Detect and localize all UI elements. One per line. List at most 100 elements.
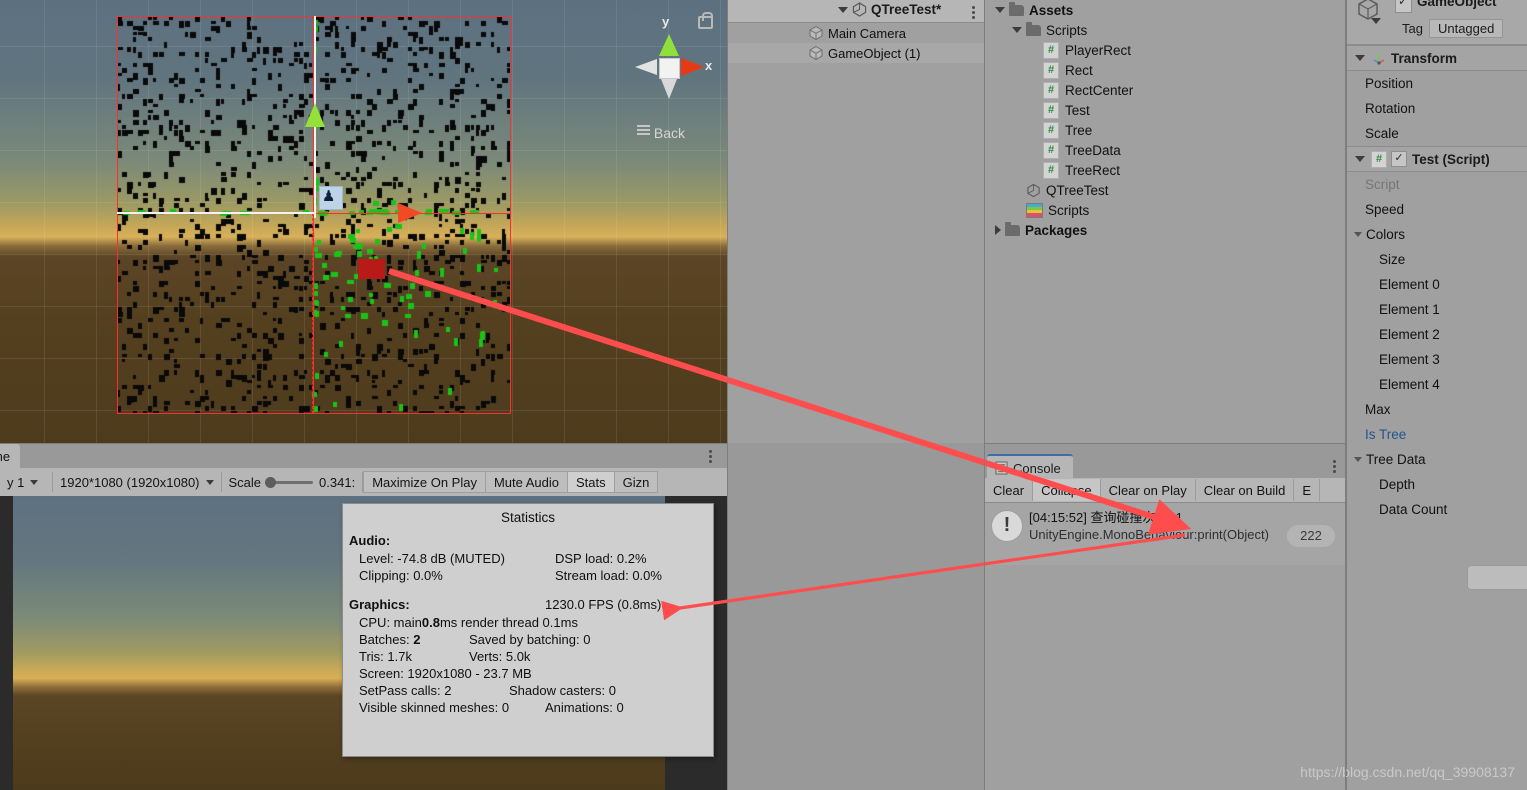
- console-clear-on-play-button[interactable]: Clear on Play: [1101, 479, 1196, 501]
- display-dropdown[interactable]: y 1: [0, 472, 53, 492]
- scale-slider[interactable]: Scale 0.341:: [222, 472, 364, 492]
- project-item-label: TreeData: [1065, 142, 1121, 158]
- chevron-down-icon[interactable]: [995, 7, 1005, 13]
- add-component-button[interactable]: [1467, 565, 1527, 590]
- statistics-audio-header: Audio:: [349, 533, 391, 548]
- project-item-label: Packages: [1025, 222, 1088, 238]
- inspector-field-rotation[interactable]: Rotation: [1347, 96, 1527, 121]
- chevron-down-icon[interactable]: [838, 6, 848, 13]
- project-item-scripts[interactable]: Scripts: [985, 20, 1345, 40]
- resolution-dropdown[interactable]: 1920*1080 (1920x1080): [53, 472, 222, 492]
- statistics-overlay: Statistics Audio: Level: -74.8 dB (MUTED…: [342, 503, 714, 757]
- project-item-packages[interactable]: Packages: [985, 220, 1345, 240]
- chevron-down-icon[interactable]: [1012, 27, 1022, 33]
- divider-horizontal-console[interactable]: [985, 443, 1345, 444]
- inspector-field-element-1[interactable]: Element 1: [1347, 297, 1527, 322]
- project-item-label: TreeRect: [1065, 162, 1121, 178]
- console-error-pause-button[interactable]: E: [1294, 479, 1321, 501]
- console-message-list[interactable]: ! [04:15:52] 查询碰撞次数21 UnityEngine.MonoBe…: [985, 503, 1345, 565]
- inspector-field-depth[interactable]: Depth: [1347, 472, 1527, 497]
- inspector-field-element-0[interactable]: Element 0: [1347, 272, 1527, 297]
- project-item-tree[interactable]: # Tree: [985, 120, 1345, 140]
- inspector-field-element-2[interactable]: Element 2: [1347, 322, 1527, 347]
- project-item-rectcenter[interactable]: # RectCenter: [985, 80, 1345, 100]
- stats-button[interactable]: Stats: [567, 471, 615, 493]
- project-item-treerect[interactable]: # TreeRect: [985, 160, 1345, 180]
- inspector-field-element-4[interactable]: Element 4: [1347, 372, 1527, 397]
- project-item-assets[interactable]: Assets: [985, 0, 1345, 20]
- chevron-down-icon[interactable]: [1354, 457, 1362, 462]
- console-collapse-button[interactable]: Collapse: [1033, 479, 1101, 501]
- inspector-field-element-3[interactable]: Element 3: [1347, 347, 1527, 372]
- mute-audio-button[interactable]: Mute Audio: [484, 471, 568, 493]
- component-header-test-script-[interactable]: # ✓ Test (Script): [1347, 146, 1527, 172]
- scene-view-gizmo[interactable]: y x Back: [615, 6, 725, 146]
- component-header-transform[interactable]: Transform: [1347, 45, 1527, 71]
- scale-slider-knob[interactable]: [265, 476, 277, 488]
- chevron-down-icon[interactable]: [1355, 156, 1365, 162]
- project-item-playerrect[interactable]: # PlayerRect: [985, 40, 1345, 60]
- gizmo-center-cube[interactable]: [659, 58, 680, 79]
- inspector-field-scale[interactable]: Scale: [1347, 121, 1527, 146]
- project-item-label: RectCenter: [1065, 82, 1134, 98]
- hierarchy-scene-row[interactable]: QTreeTest*: [838, 2, 941, 17]
- enabled-checkbox[interactable]: ✓: [1395, 0, 1412, 13]
- gizmo-negative-y-axis-arrow[interactable]: [661, 79, 677, 99]
- inspector-field-is-tree[interactable]: Is Tree: [1347, 422, 1527, 447]
- statistics-graphics-line: Graphics: 1230.0 FPS (0.8ms): [343, 597, 713, 614]
- folder-icon: [1026, 21, 1041, 36]
- chevron-down-icon[interactable]: [1354, 232, 1362, 237]
- tab-game[interactable]: me: [0, 444, 21, 468]
- inspector-field-script[interactable]: Script: [1347, 172, 1527, 197]
- statistics-title: Statistics: [500, 510, 555, 525]
- hierarchy-item-gameobject-1[interactable]: GameObject (1): [728, 43, 984, 63]
- statistics-graphics-header: Graphics:: [349, 597, 410, 612]
- project-item-qtreetest[interactable]: QTreeTest: [985, 180, 1345, 200]
- chevron-right-icon[interactable]: [995, 225, 1001, 235]
- divider-horizontal-game[interactable]: [0, 443, 727, 444]
- inspector-field-label: Position: [1365, 76, 1414, 91]
- cpu-main-value: 0.8: [421, 615, 440, 630]
- console-tab-label: Console: [1013, 460, 1061, 476]
- hierarchy-panel: QTreeTest* Main Camera GameObject (1): [728, 0, 984, 443]
- inspector-field-speed[interactable]: Speed: [1347, 197, 1527, 222]
- shadow-casters: Shadow casters: 0: [509, 683, 616, 698]
- inspector-field-size[interactable]: Size: [1347, 247, 1527, 272]
- quadtree-subregion: [313, 213, 511, 414]
- inspector-field-tree-data[interactable]: Tree Data: [1347, 447, 1527, 472]
- divider-vertical-2[interactable]: [984, 0, 985, 790]
- divider-vertical-3[interactable]: [1345, 0, 1346, 790]
- chevron-down-icon[interactable]: [1355, 55, 1365, 61]
- gizmo-y-axis-arrow[interactable]: [659, 34, 679, 56]
- console-clear-button[interactable]: Clear: [985, 479, 1034, 501]
- lock-icon[interactable]: [698, 12, 713, 29]
- project-item-test[interactable]: # Test: [985, 100, 1345, 120]
- inspector-field-colors[interactable]: Colors: [1347, 222, 1527, 247]
- inspector-field-position[interactable]: Position: [1347, 71, 1527, 96]
- scene-view[interactable]: ♟ y x Back: [0, 0, 727, 443]
- gizmo-negative-x-axis-arrow[interactable]: [635, 59, 657, 75]
- gizmo-x-axis-arrow[interactable]: [681, 58, 704, 76]
- csharp-icon: #: [1043, 141, 1059, 159]
- audio-level: Level: -74.8 dB (MUTED): [359, 551, 505, 566]
- hierarchy-item-main-camera[interactable]: Main Camera: [728, 23, 984, 43]
- tab-console[interactable]: Console: [987, 454, 1073, 480]
- gizmo-view-label[interactable]: Back: [637, 123, 685, 141]
- inspector-field-label: Element 2: [1379, 327, 1440, 342]
- scale-slider-track[interactable]: [265, 476, 314, 488]
- inspector-field-label: Tree Data: [1366, 452, 1426, 467]
- console-message-line2: UnityEngine.MonoBehaviour:print(Object): [1029, 527, 1269, 542]
- project-item-treedata[interactable]: # TreeData: [985, 140, 1345, 160]
- project-item-scripts[interactable]: Scripts: [985, 200, 1345, 220]
- console-clear-on-build-button[interactable]: Clear on Build: [1196, 479, 1295, 501]
- gizmos-button[interactable]: Gizn: [613, 471, 659, 493]
- maximize-on-play-button[interactable]: Maximize On Play: [363, 471, 486, 493]
- tag-dropdown[interactable]: Untagged: [1428, 19, 1504, 38]
- csharp-icon: #: [1043, 61, 1059, 79]
- inspector-field-data-count[interactable]: Data Count: [1347, 497, 1527, 522]
- project-item-rect[interactable]: # Rect: [985, 60, 1345, 80]
- inspector-object-name[interactable]: GameObject: [1417, 0, 1497, 9]
- divider-vertical-1[interactable]: [727, 0, 728, 790]
- inspector-field-max[interactable]: Max: [1347, 397, 1527, 422]
- component-enabled-checkbox[interactable]: ✓: [1391, 151, 1407, 167]
